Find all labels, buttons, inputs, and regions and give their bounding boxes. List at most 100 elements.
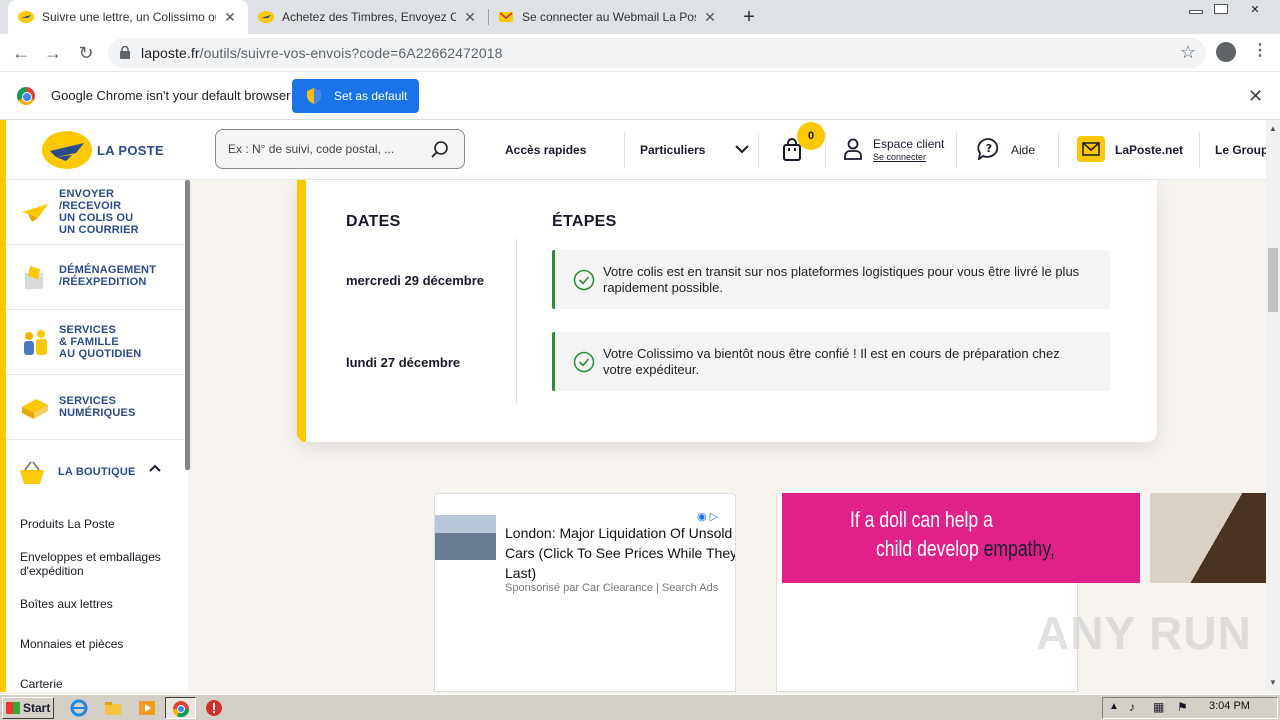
- anyrun-watermark: ANY RUN: [1036, 607, 1252, 659]
- chrome-menu-icon[interactable]: ⋮: [1252, 42, 1268, 62]
- taskbar-chrome-button[interactable]: [165, 697, 196, 719]
- close-tab-icon[interactable]: ✕: [462, 9, 478, 26]
- close-tab-icon[interactable]: ✕: [702, 9, 718, 26]
- infobar-close-icon[interactable]: ✕: [1248, 86, 1263, 107]
- family-icon: [24, 330, 47, 355]
- ad-banner-line2b: empathy,: [983, 536, 1055, 561]
- set-as-default-button[interactable]: Set as default: [292, 79, 419, 113]
- tracking-timeline-card: [297, 180, 1157, 442]
- page-scrollbar[interactable]: ▲ ▼: [1266, 120, 1280, 692]
- sidebar-item-boutique[interactable]: LA BOUTIQUE: [6, 440, 184, 504]
- shop-sub-products[interactable]: Produits La Poste: [20, 517, 115, 531]
- step-text: Votre colis est en transit sur nos plate…: [603, 264, 1080, 295]
- volume-icon[interactable]: ♪: [1129, 700, 1135, 714]
- url-text: laposte.fr/outils/suivre-vos-envois?code…: [141, 45, 502, 61]
- banner-ad-image[interactable]: [1150, 493, 1266, 583]
- network-icon[interactable]: ▦: [1153, 700, 1164, 714]
- quick-access-link[interactable]: Accès rapides: [505, 143, 586, 157]
- laposte-net-link[interactable]: LaPoste.net: [1115, 143, 1183, 157]
- shop-sub-mailboxes[interactable]: Boîtes aux lettres: [20, 597, 113, 611]
- set-as-default-label: Set as default: [334, 89, 408, 103]
- url-host: laposte.fr: [141, 45, 200, 61]
- new-tab-button[interactable]: +: [738, 6, 760, 29]
- minimize-window-button[interactable]: [1183, 0, 1209, 18]
- sidebar-scrollbar[interactable]: [185, 180, 190, 470]
- laposte-favicon-icon: [18, 11, 34, 23]
- action-center-flag-icon[interactable]: ⚑: [1177, 700, 1188, 714]
- shop-sub-cards[interactable]: Carterie: [20, 677, 63, 691]
- lock-icon: [120, 46, 130, 59]
- bookmark-star-icon[interactable]: ☆: [1180, 42, 1196, 63]
- tray-expand-icon[interactable]: ▲: [1109, 701, 1119, 712]
- header-divider: [1199, 132, 1200, 168]
- shop-sub-envelopes[interactable]: Enveloppes et emballages d'expédition: [20, 550, 170, 578]
- event-date: mercredi 29 décembre: [346, 273, 485, 288]
- start-button[interactable]: Start: [2, 697, 54, 719]
- folder-icon[interactable]: [104, 699, 122, 717]
- tab-strip: Suivre une lettre, un Colissimo ou un ✕ …: [0, 0, 1280, 34]
- shop-sub-coins[interactable]: Monnaies et pièces: [20, 637, 123, 651]
- media-player-icon[interactable]: [138, 699, 156, 717]
- back-arrow-icon[interactable]: ←: [10, 42, 32, 64]
- stop-sign-icon[interactable]: [205, 699, 223, 717]
- chevron-up-icon[interactable]: [149, 464, 161, 472]
- scroll-down-arrow-icon[interactable]: ▼: [1269, 678, 1277, 687]
- chrome-icon: [172, 701, 190, 718]
- tracking-search-input[interactable]: Ex : N° de suivi, code postal, ...: [215, 129, 465, 169]
- scroll-up-arrow-icon[interactable]: ▲: [1269, 124, 1277, 133]
- sidebar-item-label: DÉMÉNAGEMENT /RÉEXPEDITION: [59, 264, 157, 288]
- windows-taskbar: Start ▲ ♪ ▦ ⚑: [0, 694, 1280, 720]
- chevron-down-icon[interactable]: [735, 144, 749, 154]
- header-divider: [1058, 132, 1059, 168]
- forward-arrow-icon[interactable]: →: [42, 42, 64, 64]
- reload-icon[interactable]: ↻: [75, 42, 97, 64]
- tab-timbres[interactable]: Achetez des Timbres, Envoyez Courr ✕: [248, 0, 488, 34]
- restore-window-button[interactable]: [1208, 0, 1234, 18]
- laposte-net-mail-icon[interactable]: [1077, 136, 1105, 162]
- help-link[interactable]: Aide: [1011, 143, 1035, 157]
- system-tray: ▲ ♪ ▦ ⚑: [1102, 697, 1278, 719]
- login-link[interactable]: Se connecter: [873, 152, 926, 162]
- header-divider: [758, 132, 759, 168]
- close-tab-icon[interactable]: ✕: [222, 9, 238, 26]
- dates-header: DATES: [346, 213, 401, 230]
- timeline-divider: [516, 239, 517, 403]
- help-bubble-icon[interactable]: ?: [977, 138, 1001, 160]
- laposte-favicon-icon: [258, 11, 274, 23]
- sidebar-item-demenagement[interactable]: DÉMÉNAGEMENT /RÉEXPEDITION: [6, 245, 184, 310]
- adchoices-icon[interactable]: ◉ ▷: [697, 510, 718, 523]
- banner-ad-empathy[interactable]: If a doll can help a child develop empat…: [782, 493, 1140, 583]
- logo-text: LA POSTE: [97, 142, 164, 158]
- paper-plane-icon: [22, 204, 48, 222]
- tab-suivre-lettre[interactable]: Suivre une lettre, un Colissimo ou un ✕: [8, 0, 248, 34]
- taskbar-clock: 3:04 PM: [1209, 700, 1250, 712]
- search-icon[interactable]: [430, 140, 450, 160]
- step-text: Votre Colissimo va bientôt nous être con…: [603, 346, 1060, 377]
- profile-avatar-icon[interactable]: [1216, 42, 1236, 62]
- sidebar-item-label: ENVOYER /RECEVOIR UN COLIS OU UN COURRIE…: [59, 188, 139, 236]
- check-circle-icon: [573, 351, 595, 373]
- digital-services-icon: [22, 399, 48, 419]
- sponsored-ad[interactable]: ◉ ▷ London: Major Liquidation Of Unsold …: [434, 493, 736, 692]
- sidebar-item-numeriques[interactable]: SERVICES NUMÉRIQUES: [6, 375, 184, 440]
- sidebar-item-famille[interactable]: SERVICES & FAMILLE AU QUOTIDIEN: [6, 310, 184, 375]
- scrollbar-thumb[interactable]: [1268, 248, 1278, 312]
- address-bar[interactable]: laposte.fr/outils/suivre-vos-envois?code…: [108, 38, 1206, 68]
- laposte-bird-icon: [42, 131, 92, 169]
- tab-title: Suivre une lettre, un Colissimo ou un: [42, 10, 216, 24]
- header-divider: [624, 132, 625, 168]
- shield-icon: [307, 88, 321, 104]
- user-icon[interactable]: [843, 138, 863, 160]
- search-placeholder: Ex : N° de suivi, code postal, ...: [228, 142, 395, 156]
- tab-webmail[interactable]: Se connecter au Webmail La Poste - ✕: [488, 0, 728, 34]
- sidebar-item-envoyer[interactable]: ENVOYER /RECEVOIR UN COLIS OU UN COURRIE…: [6, 180, 184, 245]
- group-link[interactable]: Le Group: [1215, 143, 1268, 157]
- laposte-logo[interactable]: LA POSTE: [42, 130, 172, 170]
- segment-selector[interactable]: Particuliers: [640, 143, 705, 157]
- internet-explorer-icon[interactable]: [70, 699, 88, 717]
- ad-headline[interactable]: London: Major Liquidation Of Unsold Cars…: [505, 523, 735, 583]
- account-title[interactable]: Espace client: [873, 137, 944, 151]
- windows-flag-icon: [6, 702, 20, 714]
- close-window-button[interactable]: ✕: [1240, 0, 1270, 18]
- card-yellow-accent: [297, 180, 306, 442]
